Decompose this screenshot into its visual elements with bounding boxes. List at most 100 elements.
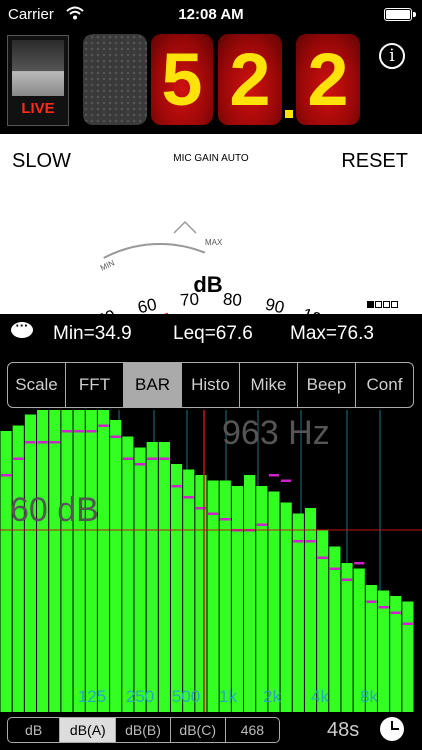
peak-marker xyxy=(378,606,389,609)
peak-marker xyxy=(86,430,97,433)
reset-button[interactable]: RESET xyxy=(341,150,408,173)
peak-marker xyxy=(110,435,121,438)
spectrum-bar xyxy=(256,486,268,712)
spectrum-bar xyxy=(183,469,195,712)
tab-beep[interactable]: Beep xyxy=(298,363,356,407)
frequency-label: 2k xyxy=(263,687,281,706)
peak-marker xyxy=(317,556,328,559)
gain-marker xyxy=(173,220,197,234)
scale-tick-label: 80 xyxy=(222,290,242,310)
display-digit-2: 5 xyxy=(151,34,213,125)
frequency-label: 250 xyxy=(126,687,154,706)
peak-marker xyxy=(37,441,48,444)
spectrum-bar xyxy=(329,546,341,712)
spectrum-bar xyxy=(195,475,207,712)
weighting-468[interactable]: 468 xyxy=(226,718,279,742)
spectrum-bar xyxy=(158,442,170,712)
peak-marker xyxy=(329,567,340,570)
spectrum-bar xyxy=(122,436,134,712)
info-button[interactable]: i xyxy=(379,43,405,69)
status-bar: Carrier 12:08 AM xyxy=(0,0,422,30)
tab-bar[interactable]: BAR xyxy=(124,363,182,407)
tab-mike[interactable]: Mike xyxy=(240,363,298,407)
spectrum-bar xyxy=(61,410,73,712)
battery-icon xyxy=(384,8,416,21)
peak-marker xyxy=(98,424,109,427)
weighting-selector: dB dB(A) dB(B) dB(C) 468 xyxy=(7,717,280,743)
spectrum-bar xyxy=(85,410,97,712)
spectrum-bar xyxy=(49,410,61,712)
peak-marker xyxy=(366,600,377,603)
spectrum-bar xyxy=(37,410,49,712)
spectrum-bar xyxy=(110,420,122,712)
page-dot xyxy=(391,301,398,308)
duration-label: 48s xyxy=(327,719,360,741)
clock-time: 12:08 AM xyxy=(178,6,244,23)
peak-marker xyxy=(13,457,24,460)
tab-histo[interactable]: Histo xyxy=(182,363,240,407)
live-button[interactable]: LIVE xyxy=(7,35,69,126)
peak-marker xyxy=(305,540,316,543)
spectrum-bar xyxy=(134,447,146,712)
tab-scale[interactable]: Scale xyxy=(8,363,66,407)
frequency-readout: 963 Hz xyxy=(222,414,330,452)
level-readout: 60 dB xyxy=(10,491,99,529)
scale-tick-label: 90 xyxy=(264,295,287,314)
spectrum-bar xyxy=(0,431,12,712)
tab-conf[interactable]: Conf xyxy=(356,363,413,407)
spectrum-bar xyxy=(341,563,353,712)
peak-marker xyxy=(183,496,194,499)
live-label: LIVE xyxy=(21,100,55,117)
scale-tick-label: 50 xyxy=(94,306,118,314)
gain-arc xyxy=(103,243,206,259)
peak-marker xyxy=(122,457,133,460)
mode-tabs: Scale FFT BAR Histo Mike Beep Conf xyxy=(7,362,414,408)
peak-marker xyxy=(25,441,36,444)
frequency-label: 4k xyxy=(311,687,329,706)
clock-icon[interactable] xyxy=(380,717,404,741)
peak-marker xyxy=(134,463,146,466)
spectrum-bar xyxy=(231,486,244,712)
peak-marker xyxy=(74,430,85,433)
display-digit-4: 2 xyxy=(296,34,360,125)
weighting-dbc[interactable]: dB(C) xyxy=(171,718,226,742)
scale-tick-label: 60 xyxy=(136,295,159,314)
peak-marker xyxy=(402,622,413,625)
gain-max-label: MAX xyxy=(205,238,223,247)
peak-marker xyxy=(354,562,365,565)
peak-marker xyxy=(1,474,12,477)
peak-marker xyxy=(49,441,60,444)
leq-value: Leq=67.6 xyxy=(173,323,253,344)
display-digit-3: 2 xyxy=(218,34,282,125)
chat-bubble-icon[interactable] xyxy=(11,318,33,338)
spectrum-bar xyxy=(219,480,231,712)
tab-fft[interactable]: FFT xyxy=(66,363,124,407)
spectrum-bar xyxy=(304,508,317,712)
page-indicator xyxy=(366,295,398,313)
page-dot xyxy=(367,301,374,308)
spectrum-bar xyxy=(280,502,292,712)
peak-marker xyxy=(390,611,401,614)
frequency-label: 8k xyxy=(360,687,378,706)
scale-tick-label: 100 xyxy=(299,304,332,314)
spectrum-bar xyxy=(207,480,219,712)
peak-marker xyxy=(268,474,280,477)
frequency-label: 1k xyxy=(219,687,237,706)
peak-marker xyxy=(256,523,267,526)
peak-marker xyxy=(293,540,304,543)
gain-min-label: MIN xyxy=(99,258,116,272)
live-toggle-knob xyxy=(12,40,64,96)
weighting-db[interactable]: dB xyxy=(8,718,61,742)
spectrum-bar xyxy=(377,590,390,712)
weighting-dba[interactable]: dB(A) xyxy=(60,718,117,742)
peak-marker xyxy=(220,518,231,521)
peak-marker xyxy=(341,578,353,581)
analog-meter: 2030405060708090100110120130MINMAXdB SLO… xyxy=(0,133,422,314)
weighting-dbb[interactable]: dB(B) xyxy=(116,718,171,742)
bar-spectrum-chart[interactable]: 125 250 500 1k 2k 4k 8k xyxy=(0,410,422,712)
spectrum-bar xyxy=(244,475,256,712)
unit-label: dB xyxy=(193,272,222,297)
decimal-point xyxy=(285,110,293,118)
spectrum-bar xyxy=(12,425,24,712)
display-digit-1 xyxy=(83,34,147,125)
